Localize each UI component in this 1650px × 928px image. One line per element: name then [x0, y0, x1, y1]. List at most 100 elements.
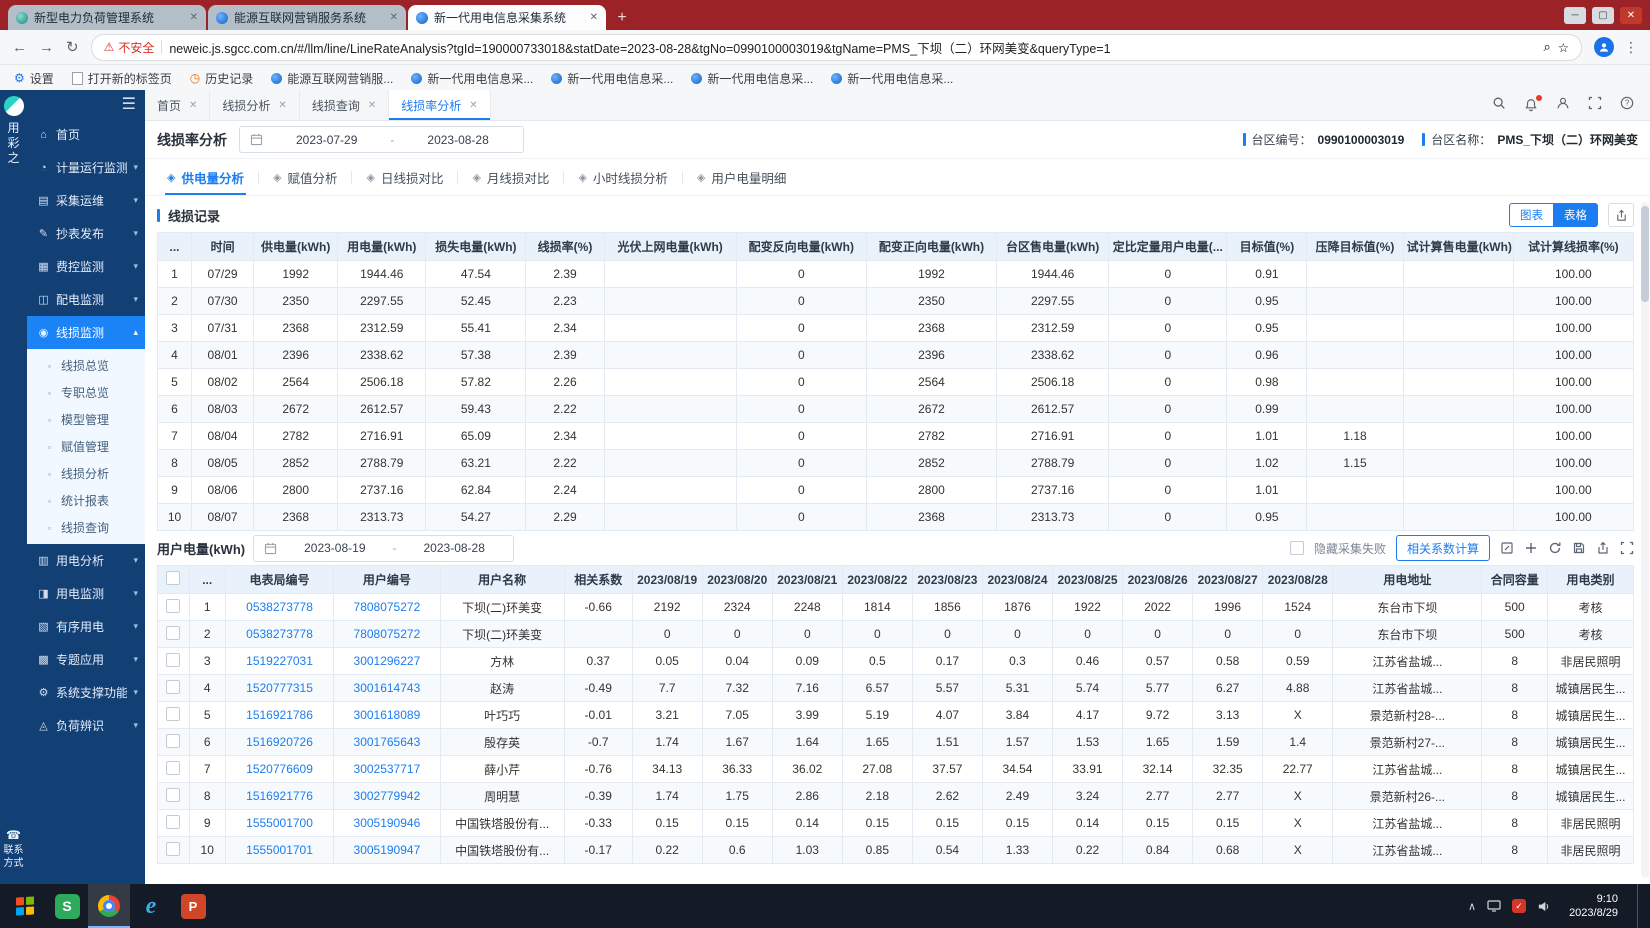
- user-id-link[interactable]: 3005190946: [334, 810, 440, 837]
- export-icon[interactable]: [1596, 541, 1610, 555]
- user-id-link[interactable]: 3001765643: [334, 729, 440, 756]
- display-icon[interactable]: [1487, 900, 1501, 912]
- sidebar-subitem[interactable]: ▫赋值管理: [27, 433, 145, 460]
- end-date-value[interactable]: 2023-08-28: [406, 541, 503, 555]
- workspace-tab[interactable]: 线损率分析✕: [389, 90, 490, 120]
- sidebar-subitem[interactable]: ▫线损分析: [27, 460, 145, 487]
- profile-avatar[interactable]: [1594, 37, 1614, 57]
- bookmark-item[interactable]: 打开新的标签页: [72, 70, 172, 87]
- user-id-link[interactable]: 7808075272: [334, 621, 440, 648]
- workspace-tab[interactable]: 首页✕: [145, 90, 210, 120]
- zoom-icon[interactable]: ⌕: [1544, 39, 1551, 55]
- show-desktop-button[interactable]: [1637, 884, 1644, 928]
- user-id-link[interactable]: 3002537717: [334, 756, 440, 783]
- ie-taskbar-button[interactable]: e: [130, 884, 172, 928]
- user-id-link[interactable]: 3001618089: [334, 702, 440, 729]
- sidebar-subitem[interactable]: ▫线损查询: [27, 514, 145, 541]
- row-checkbox[interactable]: [166, 842, 180, 856]
- security-tray-icon[interactable]: ✓: [1512, 899, 1526, 913]
- sidebar-subitem[interactable]: ▫模型管理: [27, 406, 145, 433]
- user-id-link[interactable]: 3001296227: [334, 648, 440, 675]
- sidebar-item[interactable]: ◔计量运行监测▾: [27, 151, 145, 184]
- save-icon[interactable]: [1572, 541, 1586, 555]
- sidebar-item[interactable]: ◉线损监测▴: [27, 316, 145, 349]
- security-warning[interactable]: ⚠ 不安全: [104, 39, 155, 56]
- subtab[interactable]: ◈小时线损分析: [564, 159, 681, 195]
- sidebar-subitem[interactable]: ▫专职总览: [27, 379, 145, 406]
- subtab[interactable]: ◈月线损对比: [458, 159, 563, 195]
- start-date-value[interactable]: 2023-07-29: [272, 133, 381, 147]
- tab-close-icon[interactable]: ✕: [590, 12, 598, 23]
- tab-close-icon[interactable]: ✕: [390, 12, 398, 23]
- scrollbar-thumb[interactable]: [1641, 206, 1649, 302]
- bookmark-item[interactable]: 新一代用电信息采...: [831, 70, 953, 87]
- bookmark-star-icon[interactable]: ☆: [1558, 40, 1569, 55]
- sidebar-item[interactable]: ◫配电监测▾: [27, 283, 145, 316]
- row-checkbox[interactable]: [166, 707, 180, 721]
- user-icon[interactable]: [1556, 96, 1570, 115]
- contact-label[interactable]: 联系方式: [2, 844, 26, 870]
- workspace-tab[interactable]: 线损查询✕: [300, 90, 389, 120]
- row-checkbox[interactable]: [166, 653, 180, 667]
- hide-failed-checkbox[interactable]: [1290, 541, 1304, 555]
- row-checkbox[interactable]: [166, 626, 180, 640]
- wps-taskbar-button[interactable]: S: [46, 884, 88, 928]
- export-icon[interactable]: [1608, 203, 1634, 227]
- row-checkbox[interactable]: [166, 599, 180, 613]
- meter-id-link[interactable]: 0538273778: [225, 621, 333, 648]
- user-id-link[interactable]: 7808075272: [334, 594, 440, 621]
- meter-id-link[interactable]: 1555001700: [225, 810, 333, 837]
- sidebar-item[interactable]: ✎抄表发布▾: [27, 217, 145, 250]
- correlation-calc-button[interactable]: 相关系数计算: [1396, 535, 1490, 561]
- add-icon[interactable]: [1524, 541, 1538, 555]
- taskbar-clock[interactable]: 9:10 2023/8/29: [1561, 892, 1626, 920]
- bookmark-item[interactable]: 能源互联网营销服...: [271, 70, 393, 87]
- collapse-menu-icon[interactable]: ☰: [122, 94, 136, 114]
- user-id-link[interactable]: 3005190947: [334, 837, 440, 864]
- start-button[interactable]: [4, 884, 46, 928]
- table-view-button[interactable]: 表格: [1554, 203, 1598, 227]
- sidebar-item[interactable]: ⌂首页: [27, 118, 145, 151]
- close-icon[interactable]: ✕: [278, 100, 286, 111]
- bookmark-item[interactable]: ⚙设置: [14, 70, 54, 87]
- refresh-icon[interactable]: [1548, 541, 1562, 555]
- scrollbar-track[interactable]: [1641, 202, 1649, 878]
- user-id-link[interactable]: 3002779942: [334, 783, 440, 810]
- end-date-value[interactable]: 2023-08-28: [403, 133, 512, 147]
- chart-view-button[interactable]: 图表: [1509, 203, 1554, 227]
- sidebar-item[interactable]: ▦费控监测▾: [27, 250, 145, 283]
- close-icon[interactable]: ✕: [469, 100, 477, 111]
- browser-tab[interactable]: 能源互联网营销服务系统✕: [208, 5, 406, 30]
- bookmark-item[interactable]: ◷历史记录: [190, 70, 254, 87]
- tab-close-icon[interactable]: ✕: [190, 12, 198, 23]
- browser-tab[interactable]: 新一代用电信息采集系统✕: [408, 5, 606, 30]
- meter-id-link[interactable]: 0538273778: [225, 594, 333, 621]
- sidebar-item[interactable]: ◨用电监测▾: [27, 577, 145, 610]
- sidebar-subitem[interactable]: ▫线损总览: [27, 352, 145, 379]
- browser-tab[interactable]: 新型电力负荷管理系统✕: [8, 5, 206, 30]
- user-id-link[interactable]: 3001614743: [334, 675, 440, 702]
- volume-icon[interactable]: [1537, 900, 1550, 913]
- meter-id-link[interactable]: 1555001701: [225, 837, 333, 864]
- bell-icon[interactable]: [1524, 98, 1538, 112]
- subtab[interactable]: ◈日线损对比: [352, 159, 457, 195]
- forward-icon[interactable]: →: [39, 39, 54, 56]
- sidebar-item[interactable]: ◬负荷辨识▾: [27, 709, 145, 742]
- close-button[interactable]: ✕: [1620, 7, 1642, 24]
- row-checkbox[interactable]: [166, 788, 180, 802]
- row-checkbox[interactable]: [166, 815, 180, 829]
- sidebar-item[interactable]: ▧有序用电▾: [27, 610, 145, 643]
- row-checkbox[interactable]: [166, 761, 180, 775]
- meter-id-link[interactable]: 1519227031: [225, 648, 333, 675]
- sidebar-item[interactable]: ▥用电分析▾: [27, 544, 145, 577]
- fullscreen-icon[interactable]: [1588, 96, 1602, 115]
- main-date-range-picker[interactable]: 2023-07-29 - 2023-08-28: [239, 126, 524, 153]
- meter-id-link[interactable]: 1516920726: [225, 729, 333, 756]
- subtab[interactable]: ◈供电量分析: [153, 159, 258, 195]
- row-checkbox[interactable]: [166, 734, 180, 748]
- subtab[interactable]: ◈用户电量明细: [683, 159, 800, 195]
- meter-id-link[interactable]: 1516921776: [225, 783, 333, 810]
- sidebar-item[interactable]: ▩专题应用▾: [27, 643, 145, 676]
- bookmark-item[interactable]: 新一代用电信息采...: [551, 70, 673, 87]
- maximize-button[interactable]: ▢: [1592, 7, 1614, 24]
